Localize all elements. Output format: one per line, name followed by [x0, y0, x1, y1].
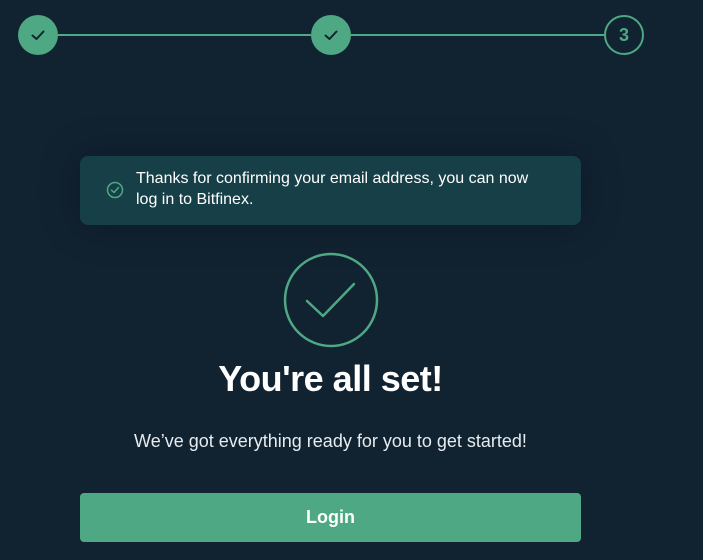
step-2-completed: [311, 15, 351, 55]
email-confirmed-alert: Thanks for confirming your email address…: [80, 156, 581, 225]
step-connector-1: [58, 34, 311, 36]
page-title: You're all set!: [218, 358, 443, 399]
step-3-number: 3: [618, 24, 629, 45]
login-button[interactable]: Login: [80, 493, 581, 542]
alert-message: Thanks for confirming your email address…: [136, 170, 529, 208]
check-circle-icon: [106, 181, 124, 199]
progress-stepper: 3: [0, 0, 703, 70]
step-connector-2: [350, 34, 605, 36]
check-icon: [31, 30, 45, 40]
step-3-current: 3: [604, 15, 644, 55]
check-icon: [324, 30, 338, 40]
page-subtitle: We’ve got everything ready for you to ge…: [134, 431, 527, 451]
step-1-completed: [18, 15, 58, 55]
check-circle-large-icon: [283, 252, 379, 348]
